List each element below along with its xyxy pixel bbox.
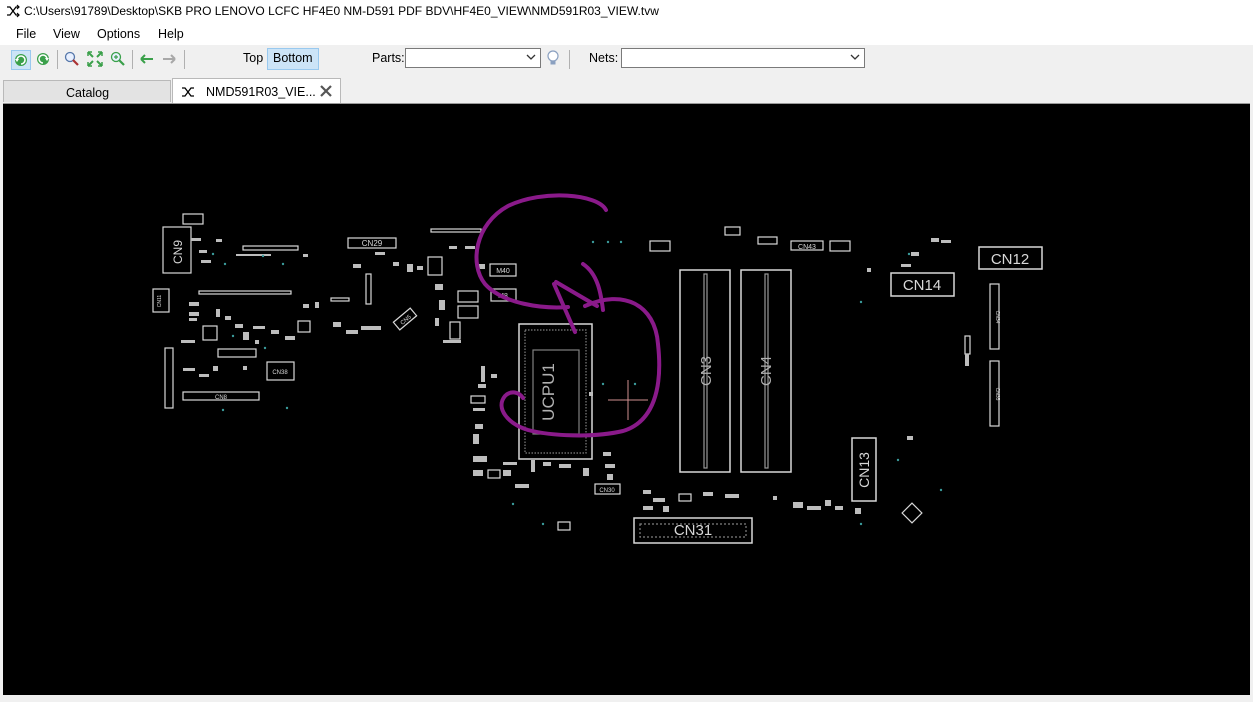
component[interactable] (829, 240, 851, 252)
component[interactable] (449, 321, 461, 340)
bulb-icon[interactable] (544, 49, 562, 67)
component[interactable] (964, 335, 971, 355)
bottom-side-toggle[interactable]: Bottom (267, 48, 319, 70)
cn43-label: CN43 (798, 244, 816, 251)
component[interactable] (198, 290, 292, 295)
title-bar: C:\Users\91789\Desktop\SKB PRO LENOVO LC… (0, 0, 1253, 23)
menu-help[interactable]: Help (156, 27, 186, 41)
component[interactable] (164, 347, 174, 409)
chevron-down-icon (526, 54, 536, 60)
window-title: C:\Users\91789\Desktop\SKB PRO LENOVO LC… (24, 4, 659, 18)
freehand-annotation (474, 193, 662, 438)
cn8-label: CN8 (215, 395, 228, 401)
pad-clusters (181, 238, 969, 514)
menu-view[interactable]: View (51, 27, 82, 41)
component[interactable] (427, 256, 443, 276)
component[interactable] (242, 245, 299, 251)
crosshair-cursor (608, 380, 648, 420)
m40-label: M40 (496, 268, 510, 275)
cn29-label: CN29 (362, 239, 383, 248)
component[interactable] (470, 395, 486, 404)
component[interactable] (330, 297, 350, 302)
ucpu1-label: UCPU1 (539, 363, 558, 421)
top-side-toggle[interactable]: Top (238, 48, 268, 68)
component[interactable] (430, 228, 482, 233)
menu-bar: File View Options Help (0, 23, 1253, 45)
menu-options[interactable]: Options (95, 27, 142, 41)
chevron-down-icon (850, 54, 860, 60)
tab-strip: Catalog NMD591R03_VIE... (0, 78, 1253, 103)
cn4-label: CN4 (758, 356, 775, 386)
close-icon[interactable] (319, 84, 333, 98)
cn12-label: CN12 (991, 251, 1029, 268)
component[interactable] (757, 236, 778, 245)
zoom-in-icon[interactable] (109, 50, 127, 68)
cn14-label: CN14 (903, 277, 941, 294)
menu-file[interactable]: File (14, 27, 38, 41)
cn34-label: CN34 (994, 311, 1000, 324)
toolbar: Top Bottom Parts: Nets: (0, 45, 1253, 73)
component[interactable] (678, 493, 692, 502)
nets-dropdown[interactable] (621, 48, 865, 68)
zoom-icon[interactable] (63, 50, 81, 68)
rotate-right-icon[interactable] (34, 50, 52, 68)
cn13-label: CN13 (856, 452, 872, 488)
cn9-label: CN9 (171, 240, 185, 264)
toolbar-separator (57, 50, 58, 69)
cn38-label: CN38 (272, 370, 288, 376)
shuffle-icon (7, 4, 20, 18)
nets-label: Nets: (589, 51, 619, 65)
board-drawing[interactable]: CN9 CN11 CN29 CN38 CN8 CN5 M40 M8 UCPU1 … (3, 104, 1250, 695)
component[interactable] (724, 226, 741, 236)
shuffle-icon (182, 87, 194, 97)
cn35-label: CN35 (994, 388, 1000, 401)
back-arrow-icon[interactable] (138, 50, 156, 68)
parts-label: Parts: (372, 51, 405, 65)
forward-arrow-icon[interactable] (160, 50, 178, 68)
tab-board-view[interactable]: NMD591R03_VIE... (172, 78, 341, 103)
cn11-label: CN11 (157, 295, 163, 308)
cn3-label: CN3 (698, 356, 715, 386)
fit-icon[interactable] (86, 50, 104, 68)
rotate-left-icon[interactable] (11, 50, 31, 70)
cn30-label: CN30 (599, 488, 615, 494)
component[interactable] (901, 502, 923, 524)
component[interactable] (557, 521, 571, 531)
toolbar-separator (184, 50, 185, 69)
component[interactable] (297, 320, 311, 333)
component[interactable] (487, 469, 501, 479)
via-dots (211, 240, 943, 526)
component[interactable] (457, 305, 479, 319)
cn31-label: CN31 (674, 522, 712, 539)
toolbar-separator (569, 50, 570, 69)
toolbar-separator (132, 50, 133, 69)
tab-catalog-label: Catalog (66, 86, 110, 100)
board-canvas[interactable]: CN9 CN11 CN29 CN38 CN8 CN5 M40 M8 UCPU1 … (3, 103, 1250, 695)
component[interactable] (202, 325, 218, 341)
component[interactable] (649, 240, 671, 252)
component[interactable] (182, 213, 204, 225)
parts-dropdown[interactable] (405, 48, 541, 68)
tab-board-view-label: NMD591R03_VIE... (206, 85, 316, 99)
tab-catalog[interactable]: Catalog (3, 80, 171, 102)
component[interactable] (457, 290, 479, 303)
component[interactable] (365, 273, 372, 305)
component[interactable] (217, 348, 257, 358)
